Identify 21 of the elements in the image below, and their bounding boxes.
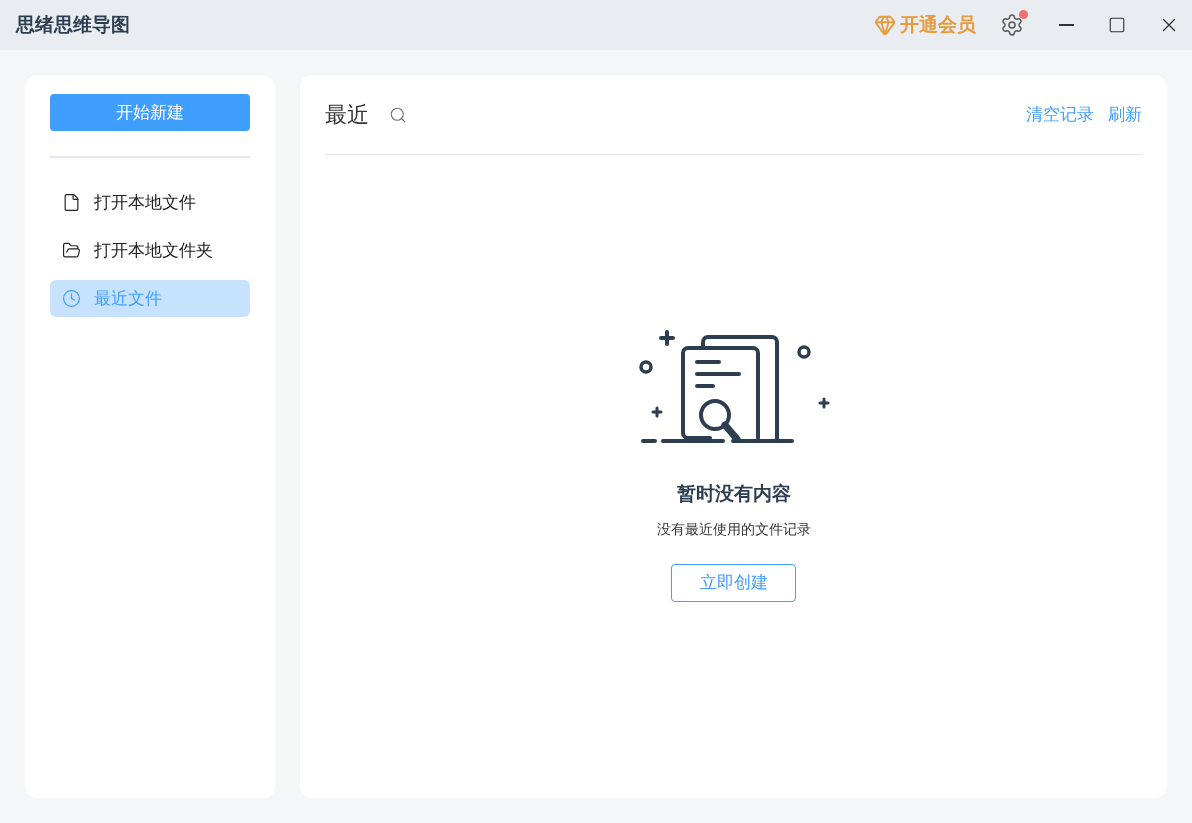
minimize-icon: [1058, 24, 1074, 26]
action-link[interactable]: 刷新: [1108, 101, 1142, 128]
maximize-button[interactable]: [1108, 16, 1126, 34]
folder-icon: [62, 241, 81, 260]
sidebar-item[interactable]: 最近文件: [50, 280, 250, 317]
empty-subtitle: 没有最近使用的文件记录: [656, 519, 811, 539]
sidebar-item[interactable]: 打开本地文件夹: [50, 232, 250, 269]
settings-icon: [1000, 13, 1024, 37]
section-title: 最近: [325, 101, 369, 129]
create-button[interactable]: 立即创建: [671, 563, 796, 602]
diamond-icon: [874, 14, 896, 36]
clock-icon: [62, 289, 81, 308]
window-title: 思绪思维导图: [16, 12, 130, 37]
action-link[interactable]: 清空记录: [1026, 101, 1094, 128]
file-icon: [62, 193, 81, 212]
empty-title: 暂时没有内容: [676, 482, 791, 506]
new-button[interactable]: 开始新建: [50, 94, 250, 131]
vip-button[interactable]: 开通会员: [874, 10, 976, 40]
maximize-icon: [1108, 16, 1126, 34]
search-icon[interactable]: [389, 105, 407, 124]
sidebar-item[interactable]: 打开本地文件: [50, 184, 250, 221]
